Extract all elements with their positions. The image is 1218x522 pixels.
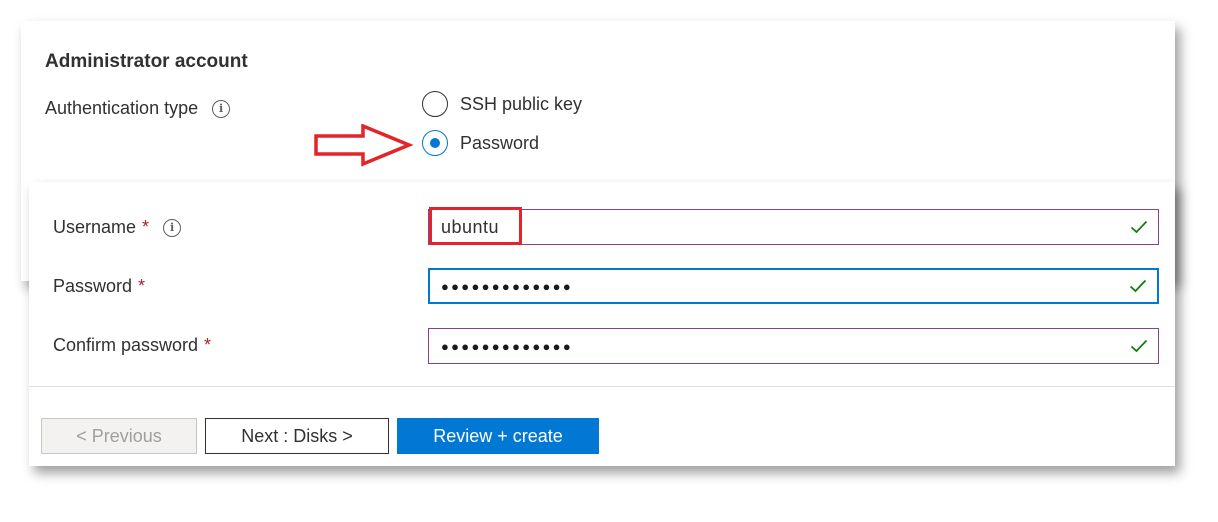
username-value: ubuntu [441, 216, 500, 237]
auth-type-label: Authentication type [45, 98, 199, 118]
section-heading: Administrator account [45, 51, 248, 72]
radio-label-password: Password [460, 132, 540, 153]
info-icon[interactable]: i [163, 218, 182, 237]
password-input[interactable]: ●●●●●●●●●●●●● [428, 268, 1159, 304]
previous-button[interactable]: < Previous [41, 418, 197, 454]
auth-type-label-row: Authentication type i [45, 98, 231, 119]
review-create-button[interactable]: Review + create [397, 418, 599, 454]
checkmark-icon [1129, 279, 1147, 293]
radio-circle-checked[interactable] [422, 130, 448, 156]
info-icon[interactable]: i [212, 99, 231, 118]
username-label: Username [53, 217, 137, 237]
radio-ssh-public-key[interactable]: SSH public key [422, 91, 582, 117]
checkmark-icon [1130, 339, 1148, 353]
screenshot-stage: Administrator account Authentication typ… [0, 0, 1218, 522]
red-arrow-icon [314, 124, 413, 167]
password-value: ●●●●●●●●●●●●● [441, 278, 573, 294]
confirm-password-label-row: Confirm password * [53, 335, 211, 356]
checkmark-icon [1130, 220, 1148, 234]
required-asterisk: * [204, 335, 212, 355]
confirm-password-label: Confirm password [53, 335, 199, 355]
username-input[interactable]: ubuntu [428, 209, 1159, 245]
radio-label-ssh: SSH public key [460, 93, 583, 114]
password-label: Password [53, 276, 133, 296]
radio-circle-unchecked[interactable] [422, 91, 448, 117]
username-label-row: Username * i [53, 217, 182, 238]
password-label-row: Password * [53, 276, 145, 297]
next-disks-button[interactable]: Next : Disks > [205, 418, 389, 454]
footer-divider [29, 386, 1175, 387]
required-asterisk: * [138, 276, 146, 296]
radio-password[interactable]: Password [422, 130, 539, 156]
required-asterisk: * [142, 217, 150, 237]
confirm-password-input[interactable]: ●●●●●●●●●●●●● [428, 328, 1159, 364]
confirm-password-value: ●●●●●●●●●●●●● [441, 338, 573, 354]
